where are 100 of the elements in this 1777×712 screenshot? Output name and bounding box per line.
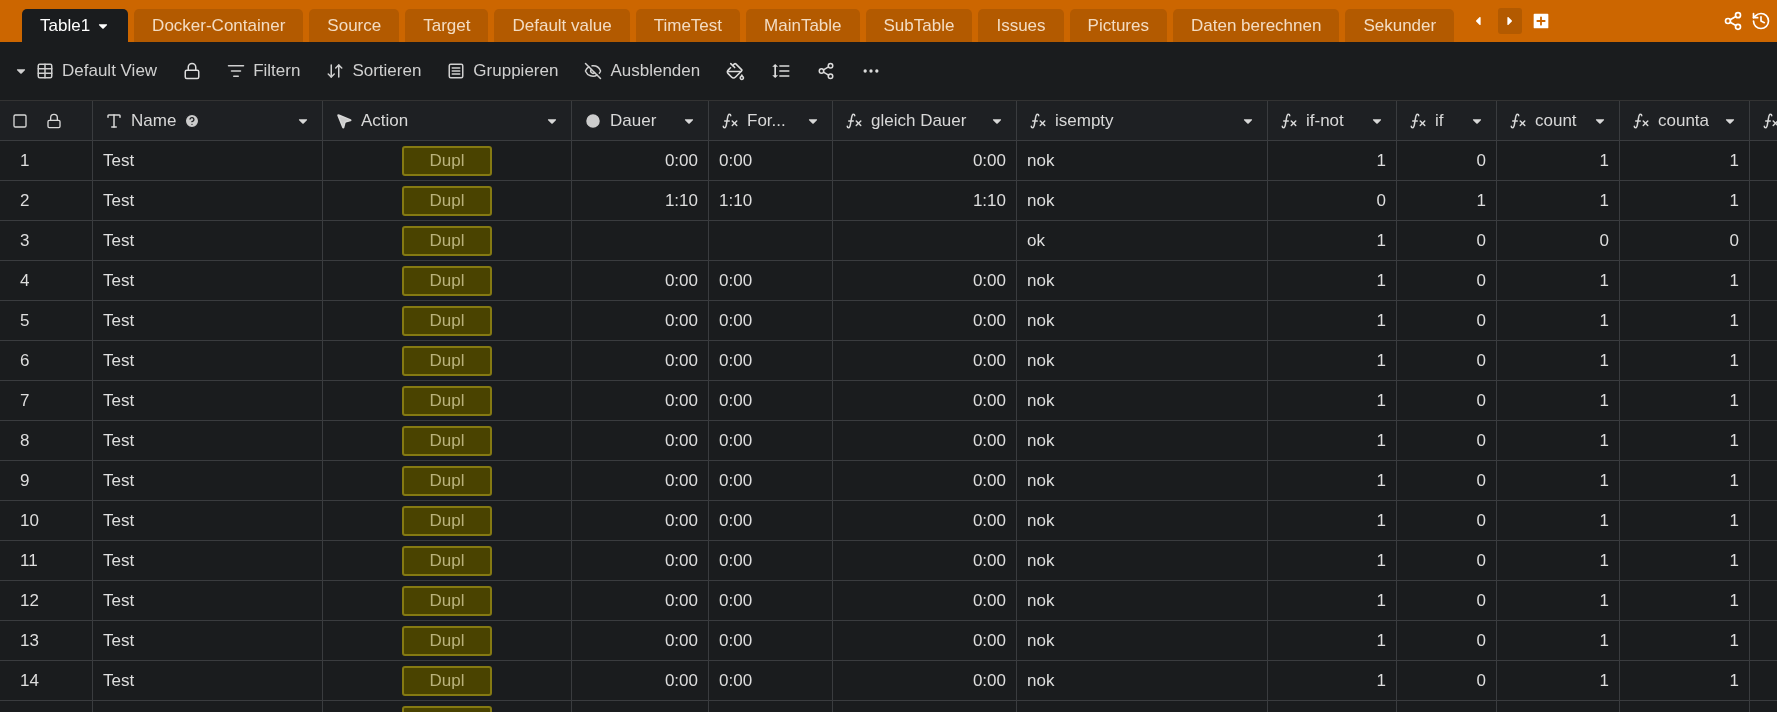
- table-cell: 1: [1268, 381, 1397, 421]
- lock-icon[interactable]: [183, 62, 202, 80]
- duplicate-button[interactable]: Dupl: [402, 585, 492, 616]
- column-header[interactable]: counta: [1620, 101, 1750, 141]
- duplicate-button[interactable]: Dupl: [402, 145, 492, 176]
- column-header[interactable]: isempty: [1017, 101, 1268, 141]
- table-tab[interactable]: Target: [405, 9, 489, 42]
- table-cell: 1: [1620, 461, 1750, 501]
- table-cell: 0:00: [833, 421, 1017, 461]
- table-cell: 1: [1268, 661, 1397, 701]
- table-cell: 0:00: [572, 301, 709, 341]
- table-cell: 0:00: [709, 381, 833, 421]
- table-cell: 1: [1497, 421, 1620, 461]
- table-cell: 1: [1497, 541, 1620, 581]
- table-cell: 0: [1397, 581, 1497, 621]
- toolbar-button[interactable]: Ausblenden: [584, 61, 701, 81]
- table-cell: 0:00: [709, 421, 833, 461]
- table-tab[interactable]: MainTable: [746, 9, 860, 42]
- duplicate-button[interactable]: Dupl: [402, 185, 492, 216]
- table-cell: nok: [1017, 181, 1268, 221]
- duplicate-button[interactable]: Dupl: [402, 345, 492, 376]
- table-tab[interactable]: TimeTest: [635, 9, 741, 42]
- share-icon[interactable]: [817, 62, 836, 80]
- function-icon: [1509, 111, 1527, 130]
- duplicate-button[interactable]: Dupl: [402, 225, 492, 256]
- column-header[interactable]: if: [1397, 101, 1497, 141]
- table-cell: 0: [1397, 501, 1497, 541]
- table-cell: Test: [93, 421, 323, 461]
- scroll-right-button[interactable]: [1498, 8, 1522, 34]
- help-icon[interactable]: [184, 113, 201, 129]
- duplicate-button[interactable]: Dupl: [402, 305, 492, 336]
- row-number: 6: [0, 341, 93, 381]
- table-cell: nok: [1017, 501, 1268, 541]
- table-cell: 0: [1397, 261, 1497, 301]
- function-icon: [1409, 111, 1427, 130]
- row-number: 5: [0, 301, 93, 341]
- table-cell: nok: [1017, 141, 1268, 181]
- select-all-checkbox[interactable]: [12, 112, 28, 129]
- table-tab[interactable]: Docker-Container: [134, 9, 304, 42]
- table-cell: 0:00: [833, 581, 1017, 621]
- table-cell: 1: [1397, 181, 1497, 221]
- function-icon: [1632, 111, 1650, 130]
- table-tab[interactable]: Issues: [978, 9, 1064, 42]
- table-cell: 0: [1397, 341, 1497, 381]
- table-cell: 0:00: [572, 581, 709, 621]
- history-icon[interactable]: [1751, 11, 1771, 31]
- table-cell: 0: [1397, 541, 1497, 581]
- table-cell: ok: [1017, 221, 1268, 261]
- table-cell: 0: [1397, 221, 1497, 261]
- duplicate-button[interactable]: Dupl: [402, 425, 492, 456]
- column-header[interactable]: count: [1497, 101, 1620, 141]
- view-selector[interactable]: Default View: [14, 61, 158, 81]
- table-cell: 1: [1268, 221, 1397, 261]
- duplicate-button[interactable]: Dupl: [402, 625, 492, 656]
- table-tab[interactable]: SubTable: [865, 9, 973, 42]
- duplicate-button[interactable]: Dupl: [402, 465, 492, 496]
- table-cell: 0: [1397, 381, 1497, 421]
- duplicate-button[interactable]: Dupl: [402, 265, 492, 296]
- table-tab[interactable]: Table1: [22, 9, 129, 42]
- table-cell: 0:00: [833, 661, 1017, 701]
- table-cell: 1: [1497, 261, 1620, 301]
- column-header[interactable]: Name: [93, 101, 323, 141]
- table-tab[interactable]: Pictures: [1069, 9, 1167, 42]
- table-cell: Test: [93, 621, 323, 661]
- table-cell: nok: [1017, 421, 1268, 461]
- table-cell: 0:00: [709, 301, 833, 341]
- pointer-icon: [335, 111, 353, 130]
- table-cell: 0: [1397, 661, 1497, 701]
- table-tab[interactable]: Source: [309, 9, 400, 42]
- duplicate-button[interactable]: Dupl: [402, 505, 492, 536]
- table-cell: 0:00: [572, 341, 709, 381]
- table-cell: 1: [1620, 581, 1750, 621]
- toolbar-button[interactable]: Gruppieren: [447, 61, 559, 81]
- add-table-icon[interactable]: [1530, 10, 1552, 32]
- column-header[interactable]: gleich Dauer: [833, 101, 1017, 141]
- text-type-icon: [105, 111, 123, 130]
- lock-icon[interactable]: [46, 112, 62, 129]
- column-header[interactable]: Dauer: [572, 101, 709, 141]
- column-header[interactable]: Action: [323, 101, 572, 141]
- table-tab[interactable]: Daten berechnen: [1173, 9, 1340, 42]
- duplicate-button[interactable]: Dupl: [402, 385, 492, 416]
- duplicate-button[interactable]: Dupl: [402, 545, 492, 576]
- table-cell: nok: [1017, 301, 1268, 341]
- table-cell: 0:00: [833, 341, 1017, 381]
- row-number: 7: [0, 381, 93, 421]
- toolbar-button[interactable]: Sortieren: [326, 61, 422, 81]
- table-tab[interactable]: Default value: [494, 9, 630, 42]
- paint-bucket-icon[interactable]: [726, 61, 746, 81]
- table-cell: 0:00: [709, 581, 833, 621]
- table-cell: 0:00: [572, 621, 709, 661]
- table-tab[interactable]: Sekunder: [1345, 9, 1455, 42]
- column-header[interactable]: For...: [709, 101, 833, 141]
- row-height-icon[interactable]: [771, 61, 792, 81]
- table-cell: 0:00: [833, 501, 1017, 541]
- toolbar-button[interactable]: Filtern: [227, 61, 301, 81]
- table-cell: 1: [1268, 621, 1397, 661]
- table-cell: Test: [93, 301, 323, 341]
- column-header[interactable]: if-not: [1268, 101, 1397, 141]
- table-cell: 0:00: [709, 541, 833, 581]
- duplicate-button[interactable]: Dupl: [402, 665, 492, 696]
